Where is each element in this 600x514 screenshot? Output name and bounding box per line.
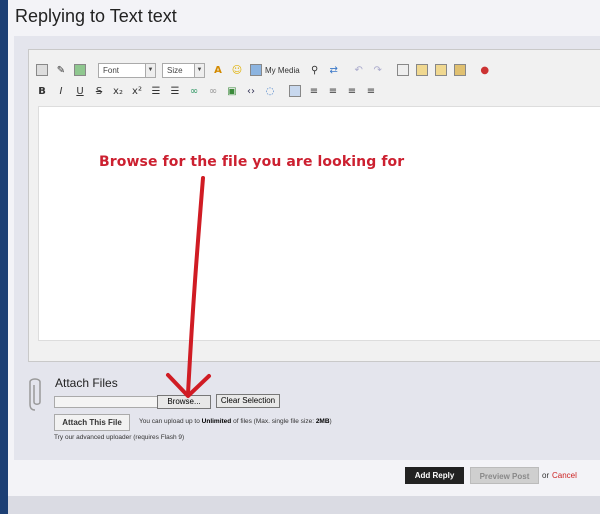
italic-icon[interactable]: I: [54, 84, 68, 98]
upload-note-limit: Unlimited: [201, 418, 232, 425]
indent-icon[interactable]: [288, 84, 302, 98]
strikethrough-icon[interactable]: S: [92, 84, 106, 98]
advanced-uploader-note: Try our advanced uploader (requires Flas…: [54, 434, 185, 441]
browse-button[interactable]: Browse...: [157, 395, 211, 409]
undo-icon[interactable]: ↶: [352, 63, 366, 77]
preview-post-button[interactable]: Preview Post: [470, 467, 539, 484]
text-color-icon[interactable]: A: [211, 63, 225, 77]
attach-files-heading: Attach Files: [55, 376, 118, 390]
copy-icon[interactable]: [415, 63, 429, 77]
rich-text-editor: ✎ Font ▼ Size ▼ A ☺ My Media ⚲ ⇄ ↶ ↷ ● B…: [28, 49, 600, 362]
eraser-icon[interactable]: ✎: [54, 63, 68, 77]
font-dropdown[interactable]: Font ▼: [98, 62, 156, 78]
align-center-icon[interactable]: ≡: [326, 84, 340, 98]
cancel-link[interactable]: Cancel: [552, 471, 577, 480]
bulleted-list-icon[interactable]: ☰: [168, 84, 182, 98]
quote-icon[interactable]: ◌: [263, 84, 277, 98]
bottom-strip: [8, 496, 600, 514]
link-icon[interactable]: ∞: [187, 84, 201, 98]
editor-toolbar-row-2: B I U S x₂ x² ☰ ☰ ∞ ∞ ▣ ‹› ◌ ≡ ≡ ≡ ≡: [35, 82, 383, 100]
size-dropdown[interactable]: Size ▼: [162, 62, 205, 78]
chevron-down-icon: ▼: [194, 63, 204, 77]
align-left-icon[interactable]: ≡: [307, 84, 321, 98]
emoticon-icon[interactable]: ☺: [230, 63, 244, 77]
upload-limit-note: You can upload up to Unlimited of files …: [139, 418, 332, 425]
media-icon: [249, 63, 263, 77]
my-media-label: My Media: [265, 65, 300, 75]
align-justify-icon[interactable]: ≡: [364, 84, 378, 98]
subscript-icon[interactable]: x₂: [111, 84, 125, 98]
upload-note-prefix: You can upload up to: [139, 418, 202, 425]
upload-note-suffix: of files (Max. single file size:: [231, 418, 316, 425]
replace-icon[interactable]: ⇄: [327, 63, 341, 77]
or-text: or: [542, 471, 550, 480]
redo-icon[interactable]: ↷: [371, 63, 385, 77]
annotation-text: Browse for the file you are looking for: [99, 154, 405, 170]
my-media-button[interactable]: My Media: [249, 63, 300, 77]
bold-icon[interactable]: B: [35, 84, 49, 98]
font-dropdown-label: Font: [103, 65, 120, 75]
view-source-icon[interactable]: [35, 63, 49, 77]
paperclip-icon: [29, 378, 41, 411]
superscript-icon[interactable]: x²: [130, 84, 144, 98]
reply-window: Replying to Text text ✎ Font ▼ Size ▼ A …: [8, 0, 600, 514]
toggle-editor-icon[interactable]: [73, 63, 87, 77]
underline-icon[interactable]: U: [73, 84, 87, 98]
upload-note-size: 2MB: [315, 418, 330, 425]
attach-files-section: Attach Files Browse... Clear Selection A…: [28, 372, 588, 452]
add-reply-button[interactable]: Add Reply: [405, 467, 464, 484]
file-path-field[interactable]: [54, 396, 158, 408]
page-title: Replying to Text text: [15, 6, 177, 26]
unlink-icon[interactable]: ∞: [206, 84, 220, 98]
code-icon[interactable]: ‹›: [244, 84, 258, 98]
chevron-down-icon: ▼: [145, 63, 155, 77]
image-icon[interactable]: ▣: [225, 84, 239, 98]
spellcheck-icon[interactable]: ●: [478, 63, 492, 77]
numbered-list-icon[interactable]: ☰: [149, 84, 163, 98]
binoculars-icon[interactable]: ⚲: [308, 63, 322, 77]
editor-toolbar-row-1: ✎ Font ▼ Size ▼ A ☺ My Media ⚲ ⇄ ↶ ↷ ●: [35, 61, 497, 79]
paste-icon[interactable]: [434, 63, 448, 77]
message-textarea[interactable]: Browse for the file you are looking for: [38, 106, 600, 341]
cut-icon[interactable]: [396, 63, 410, 77]
form-footer: Add Reply Preview Post or Cancel: [14, 460, 600, 496]
clear-selection-button[interactable]: Clear Selection: [216, 394, 280, 408]
attach-this-file-button[interactable]: Attach This File: [54, 414, 130, 431]
upload-note-end: ): [329, 418, 332, 425]
paste-word-icon[interactable]: [453, 63, 467, 77]
size-dropdown-label: Size: [167, 65, 183, 75]
align-right-icon[interactable]: ≡: [345, 84, 359, 98]
